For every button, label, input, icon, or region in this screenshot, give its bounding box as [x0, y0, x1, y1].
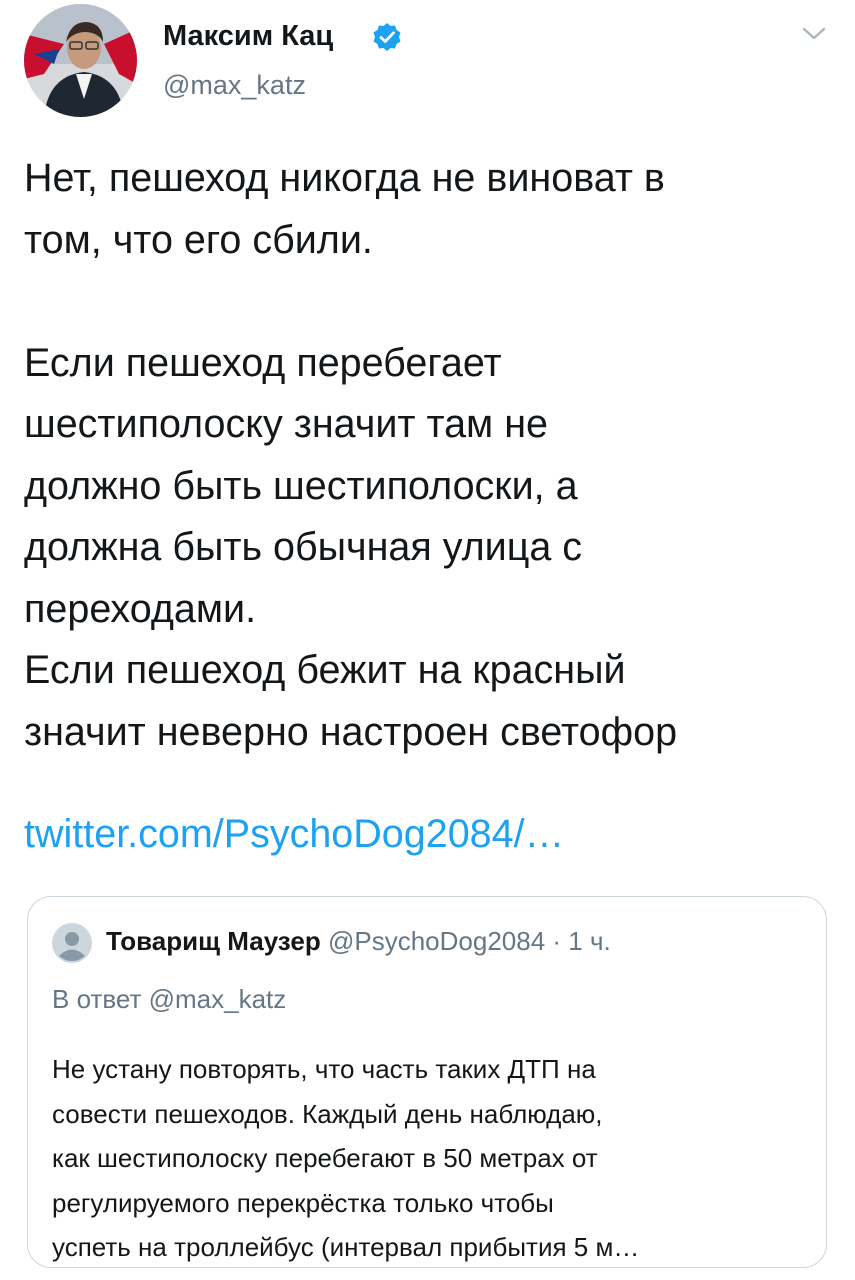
author-handle[interactable]: @max_katz [163, 70, 306, 101]
quoted-tweet-card[interactable]: Товарищ Маузер @PsychoDog2084 · 1 ч. В о… [27, 896, 827, 1268]
avatar-photo [24, 4, 137, 117]
quoted-author-meta: @PsychoDog2084 · 1 ч. [327, 926, 611, 956]
quoted-tweet-text: Не устану повторять, что часть таких ДТП… [52, 1054, 640, 1262]
tweet-text: Нет, пешеход никогда не виноват в том, ч… [24, 156, 678, 754]
quoted-author-name[interactable]: Товарищ Маузер [106, 926, 321, 956]
tweet-header: Максим Кац @max_katz [0, 0, 855, 130]
tweet-link[interactable]: twitter.com/PsychoDog2084/… [24, 804, 564, 864]
author-avatar[interactable] [24, 4, 137, 117]
default-avatar-icon [52, 923, 92, 963]
verified-badge-icon [373, 23, 401, 51]
quoted-reply-context: В ответ @max_katz [52, 984, 287, 1014]
author-name[interactable]: Максим Кац [163, 20, 333, 53]
quoted-tweet-header: Товарищ Маузер @PsychoDog2084 · 1 ч. [106, 921, 611, 961]
chevron-down-icon[interactable] [800, 24, 828, 44]
